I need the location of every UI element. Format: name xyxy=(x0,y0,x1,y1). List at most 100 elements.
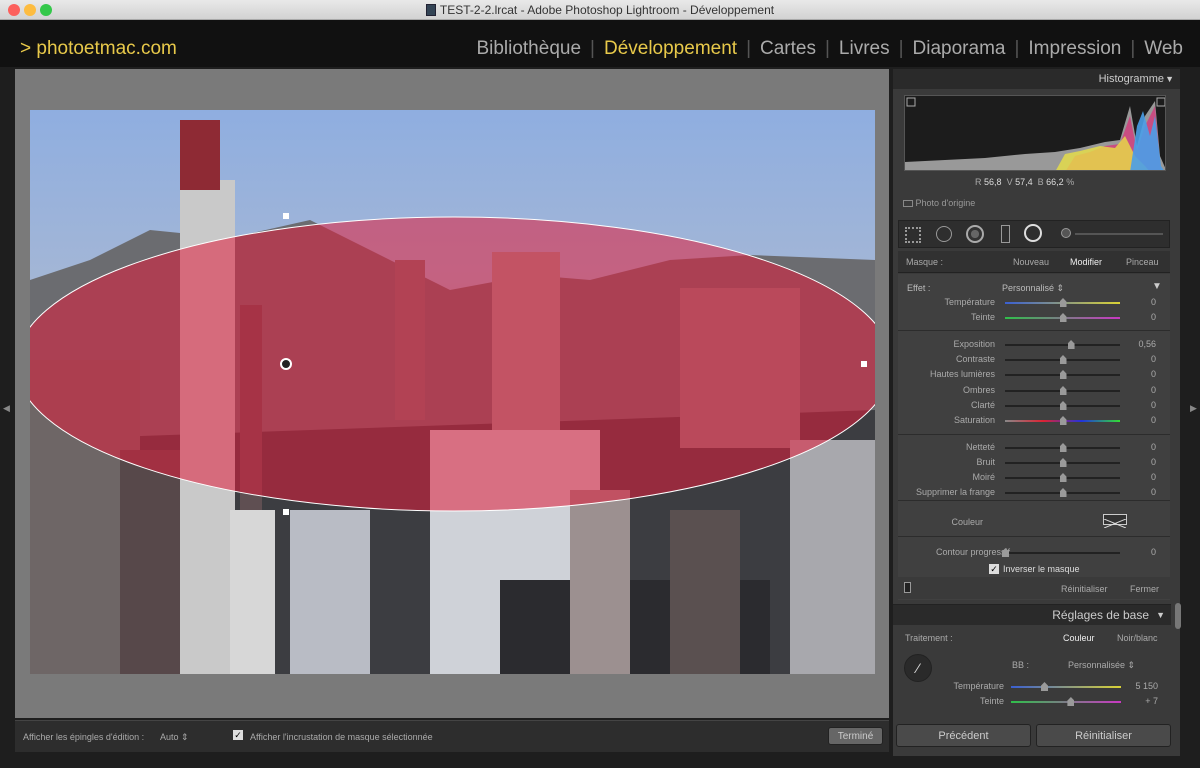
slider-knob[interactable] xyxy=(1059,298,1067,307)
slider-value: 0,56 xyxy=(1138,339,1156,349)
tool-slider-track[interactable] xyxy=(1075,233,1163,235)
slider-track[interactable] xyxy=(1005,344,1120,346)
slider-label: Exposition xyxy=(953,339,995,349)
slider-label: Clarté xyxy=(970,400,995,410)
mask-label: Masque : xyxy=(906,257,944,267)
brush-icon[interactable] xyxy=(1061,228,1071,238)
graduated-filter-icon[interactable] xyxy=(1001,225,1010,243)
slider-knob[interactable] xyxy=(1059,473,1067,482)
temperature-value: 5 150 xyxy=(1135,681,1158,691)
toggle-switch-icon[interactable] xyxy=(904,582,911,593)
module-1[interactable]: Développement xyxy=(597,38,744,60)
zoom-window-button[interactable] xyxy=(40,4,52,16)
histogram-header[interactable]: Histogramme ▼ xyxy=(893,69,1180,89)
shadow-clipping-icon[interactable] xyxy=(906,97,916,107)
right-panel-toggle-icon[interactable]: ▶ xyxy=(1190,403,1197,414)
slider-knob[interactable] xyxy=(1059,488,1067,497)
mask-new-button[interactable]: Nouveau xyxy=(1013,257,1049,267)
basic-header[interactable]: Réglages de base ▼ xyxy=(893,604,1171,625)
tint-track[interactable] xyxy=(1011,701,1121,703)
slider-value: 0 xyxy=(1150,415,1156,425)
edit-toolbar: Afficher les épingles d'édition : Auto ⇕… xyxy=(15,720,889,752)
tint-knob[interactable] xyxy=(1067,697,1075,706)
wb-temperature-row[interactable]: Température 5 150 xyxy=(898,680,1170,694)
original-photo-label: Photo d'origine xyxy=(915,198,976,208)
treatment-color-button[interactable]: Couleur xyxy=(1063,633,1095,643)
left-panel-toggle-icon[interactable]: ◀ xyxy=(3,403,10,414)
slider-knob[interactable] xyxy=(1059,355,1067,364)
mask-edit-button[interactable]: Modifier xyxy=(1070,257,1102,267)
effect-select[interactable]: Personnalisé ⇕ xyxy=(1002,283,1064,294)
slider-row[interactable]: Teinte 0 xyxy=(898,311,1170,325)
wb-select[interactable]: Personnalisée ⇕ xyxy=(1068,660,1135,671)
slider-knob[interactable] xyxy=(1067,340,1075,349)
unit-label: % xyxy=(1066,177,1075,187)
temperature-track[interactable] xyxy=(1011,686,1121,688)
module-2[interactable]: Cartes xyxy=(753,38,823,60)
feather-slider-row[interactable]: Contour progressif 0 xyxy=(898,546,1170,560)
slider-knob[interactable] xyxy=(1059,443,1067,452)
slider-row[interactable]: Contraste 0 xyxy=(898,353,1170,367)
mask-brush-button[interactable]: Pinceau xyxy=(1126,257,1159,267)
slider-row[interactable]: Bruit 0 xyxy=(898,456,1170,470)
slider-row[interactable]: Ombres 0 xyxy=(898,384,1170,398)
slider-row[interactable]: Netteté 0 xyxy=(898,441,1170,455)
module-3[interactable]: Livres xyxy=(832,38,897,60)
feather-track[interactable] xyxy=(1005,552,1120,554)
done-button[interactable]: Terminé xyxy=(828,727,883,745)
slider-row[interactable]: Saturation 0 xyxy=(898,414,1170,428)
slider-value: 0 xyxy=(1150,354,1156,364)
eyedropper-icon[interactable]: ⁄ xyxy=(904,654,932,682)
slider-value: 0 xyxy=(1150,400,1156,410)
treatment-bw-button[interactable]: Noir/blanc xyxy=(1117,633,1158,643)
mask-bar: Masque : Nouveau Modifier Pinceau xyxy=(898,251,1170,273)
module-6[interactable]: Web xyxy=(1137,38,1190,60)
slider-label: Ombres xyxy=(962,385,995,395)
slider-knob[interactable] xyxy=(1059,401,1067,410)
panel-scrollbar[interactable] xyxy=(1175,603,1181,629)
original-photo-toggle[interactable]: Photo d'origine xyxy=(903,198,975,208)
invert-mask-checkbox[interactable]: ✓ xyxy=(989,564,999,574)
tint-label: Teinte xyxy=(979,696,1004,706)
crop-grid-icon[interactable] xyxy=(905,227,921,243)
slider-value: 0 xyxy=(1150,385,1156,395)
right-panel: Histogramme ▼ R 56,8 V 57,4 B 66,2 % Phot… xyxy=(893,69,1181,756)
slider-row[interactable]: Hautes lumières 0 xyxy=(898,368,1170,382)
minimize-window-button[interactable] xyxy=(24,4,36,16)
slider-knob[interactable] xyxy=(1059,386,1067,395)
slider-knob[interactable] xyxy=(1059,458,1067,467)
slider-row[interactable]: Clarté 0 xyxy=(898,399,1170,413)
highlight-clipping-icon[interactable] xyxy=(1156,97,1165,107)
slider-knob[interactable] xyxy=(1059,416,1067,425)
slider-label: Moiré xyxy=(972,472,995,482)
wb-tint-row[interactable]: Teinte + 7 xyxy=(898,695,1170,709)
effect-disclosure-icon[interactable]: ▼ xyxy=(1152,281,1162,292)
module-separator: | xyxy=(1014,38,1020,59)
slider-row[interactable]: Supprimer la frange 0 xyxy=(898,486,1170,500)
reset-all-button[interactable]: Réinitialiser xyxy=(1036,724,1171,747)
slider-row[interactable]: Moiré 0 xyxy=(898,471,1170,485)
slider-knob[interactable] xyxy=(1059,370,1067,379)
pins-select[interactable]: Auto ⇕ xyxy=(160,732,189,743)
module-5[interactable]: Impression xyxy=(1021,38,1128,60)
slider-knob[interactable] xyxy=(1059,313,1067,322)
mask-reset-button[interactable]: Réinitialiser xyxy=(1061,584,1108,594)
temperature-knob[interactable] xyxy=(1041,682,1048,691)
slider-row[interactable]: Température 0 xyxy=(898,296,1170,310)
overlay-checkbox[interactable]: ✓ xyxy=(233,730,243,740)
feather-value: 0 xyxy=(1150,547,1156,557)
previous-button[interactable]: Précédent xyxy=(896,724,1031,747)
divider xyxy=(898,434,1170,435)
photo-canvas[interactable] xyxy=(30,110,875,674)
slider-row[interactable]: Exposition 0,56 xyxy=(898,338,1170,352)
module-4[interactable]: Diaporama xyxy=(906,38,1013,60)
divider xyxy=(898,500,1170,501)
mask-close-button[interactable]: Fermer xyxy=(1130,584,1159,594)
red-eye-icon[interactable] xyxy=(966,225,984,243)
color-swatch[interactable] xyxy=(1103,514,1127,529)
close-window-button[interactable] xyxy=(8,4,20,16)
checkbox-icon xyxy=(903,200,913,207)
spot-removal-icon[interactable] xyxy=(936,226,952,242)
module-0[interactable]: Bibliothèque xyxy=(469,38,588,60)
radial-filter-icon[interactable] xyxy=(1024,224,1042,242)
